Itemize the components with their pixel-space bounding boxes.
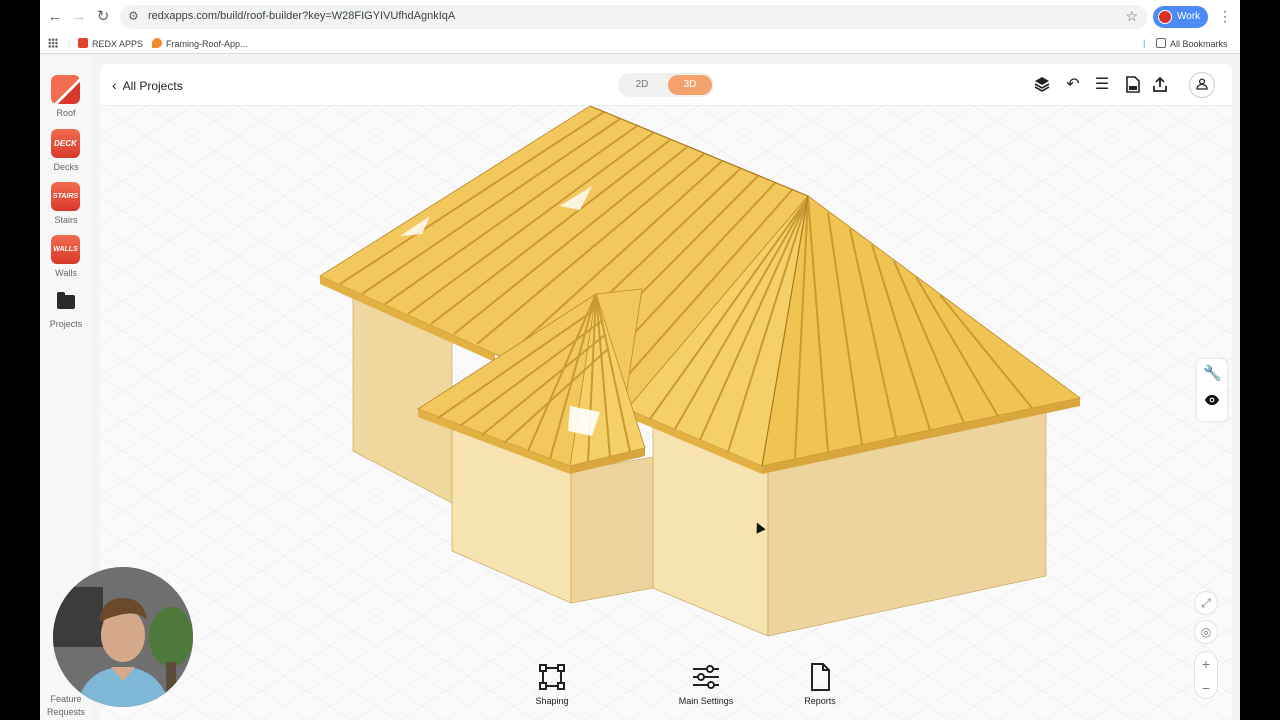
feature-requests-link[interactable]: Feature Requests <box>40 693 92 719</box>
avatar <box>1158 10 1172 24</box>
sidebar-item-walls[interactable]: WALLS Walls <box>40 235 92 285</box>
app-area: Roof DECK Decks STAIRS Stairs WALLS Wall… <box>40 55 1240 720</box>
bottom-toolbar: Shaping Main Settings Reports <box>100 662 1232 720</box>
bookmark-framing-roof[interactable]: Framing-Roof-App... <box>152 38 248 49</box>
bookmark-divider: | <box>68 38 71 48</box>
reports-label: Reports <box>804 696 836 706</box>
document-icon <box>805 662 835 692</box>
recenter-icon[interactable]: ◎ <box>1194 620 1218 644</box>
back-arrow-icon[interactable]: ← <box>46 8 64 26</box>
bookmark-star-icon[interactable]: ☆ <box>1125 8 1138 25</box>
bookmark-redx[interactable]: REDX APPS <box>78 38 143 49</box>
apps-grid-icon[interactable] <box>48 38 58 48</box>
undo-icon[interactable]: ↶ <box>1064 76 1082 94</box>
builder-topbar: ‹ All Projects 2D 3D ↶ ☰ <box>100 64 1232 106</box>
forward-arrow-icon[interactable]: → <box>70 8 88 26</box>
list-menu-icon[interactable]: ☰ <box>1093 76 1111 94</box>
bookmarks-bar: | REDX APPS Framing-Roof-App... | All Bo… <box>40 34 1240 54</box>
sliders-icon <box>691 662 721 692</box>
stairs-app-icon: STAIRS <box>51 182 80 211</box>
all-bookmarks[interactable]: All Bookmarks <box>1156 38 1228 49</box>
sidebar-item-decks[interactable]: DECK Decks <box>40 129 92 179</box>
main-settings-button[interactable]: Main Settings <box>661 662 751 706</box>
sidebar-item-label: Decks <box>53 162 79 172</box>
wall-front-center <box>570 456 654 604</box>
bookmark-label: REDX APPS <box>92 39 144 49</box>
shaping-icon <box>537 662 567 692</box>
flame-favicon-icon <box>152 38 162 48</box>
profile-button[interactable]: Work <box>1153 6 1208 28</box>
roof-builder-panel: ‹ All Projects 2D 3D ↶ ☰ 🔧 ⤢ ◎ + − Shapi… <box>100 64 1232 720</box>
site-info-icon[interactable]: ⚙ <box>128 9 142 23</box>
menu-kebab-icon[interactable]: ⋮ <box>1218 8 1232 25</box>
webcam-overlay <box>53 567 193 707</box>
eye-icon[interactable] <box>1203 393 1221 411</box>
wrench-icon[interactable]: 🔧 <box>1203 365 1222 383</box>
folder-outline-icon <box>1156 38 1166 48</box>
mode-3d-button[interactable]: 3D <box>668 75 712 95</box>
mode-2d-button[interactable]: 2D <box>620 75 664 95</box>
shaping-button[interactable]: Shaping <box>507 662 597 706</box>
house-3d-model[interactable] <box>100 106 1232 720</box>
sidebar-item-stairs[interactable]: STAIRS Stairs <box>40 182 92 232</box>
layers-icon[interactable] <box>1033 76 1051 94</box>
all-bookmarks-label: All Bookmarks <box>1170 39 1228 49</box>
sidebar-item-label: Walls <box>55 268 77 278</box>
sidebar-item-projects[interactable]: Projects <box>40 292 92 343</box>
right-toolbar: 🔧 <box>1197 359 1227 421</box>
share-upload-icon[interactable] <box>1151 76 1169 94</box>
roof-app-icon <box>51 75 80 104</box>
reports-button[interactable]: Reports <box>775 662 865 706</box>
browser-toolbar: ← → ↻ ⚙ redxapps.com/build/roof-builder?… <box>40 0 1240 34</box>
sidebar-item-roof[interactable]: Roof <box>40 75 92 125</box>
url-text: redxapps.com/build/roof-builder?key=W28F… <box>148 10 456 22</box>
main-settings-label: Main Settings <box>678 696 734 706</box>
sidebar-item-label: Stairs <box>54 215 78 225</box>
view-mode-toggle: 2D 3D <box>618 73 714 97</box>
redx-favicon-icon <box>78 38 88 48</box>
3d-viewport[interactable]: 🔧 ⤢ ◎ + − <box>100 106 1232 720</box>
shaping-label: Shaping <box>535 696 569 706</box>
profile-label: Work <box>1177 11 1201 22</box>
chevron-left-icon: ‹ <box>112 77 117 93</box>
all-projects-link[interactable]: ‹ All Projects <box>112 77 183 93</box>
sidebar-item-label: Roof <box>56 108 76 118</box>
back-label: All Projects <box>122 79 183 93</box>
folder-icon <box>57 292 75 309</box>
address-bar[interactable]: ⚙ redxapps.com/build/roof-builder?key=W2… <box>120 5 1148 29</box>
fullscreen-icon[interactable]: ⤢ <box>1194 591 1218 615</box>
sidebar-item-label: Projects <box>49 319 83 329</box>
presenter-video <box>53 567 193 707</box>
bookmark-label: Framing-Roof-App... <box>166 39 248 49</box>
decks-app-icon: DECK <box>51 129 80 158</box>
pdf-export-icon[interactable] <box>1124 76 1142 94</box>
reload-icon[interactable]: ↻ <box>94 8 112 26</box>
bookmark-divider: | <box>1143 38 1146 48</box>
walls-app-icon: WALLS <box>51 235 80 264</box>
user-account-icon[interactable] <box>1189 72 1215 98</box>
browser-window: ← → ↻ ⚙ redxapps.com/build/roof-builder?… <box>40 0 1240 720</box>
